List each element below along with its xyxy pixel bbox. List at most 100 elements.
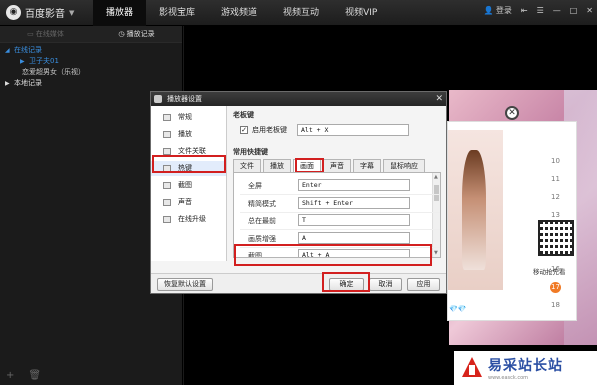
shortcut-input[interactable]: Alt + A	[298, 249, 410, 257]
shortcut-label: 精简模式	[248, 199, 276, 208]
tree-item-label: 恋爱超男女（乐视）	[22, 68, 85, 76]
mini-mode-icon[interactable]: ⇤	[521, 6, 528, 15]
shortcut-tabs: 文件 播放 画面 声音 字幕 鼠标响应	[233, 159, 427, 172]
nav-tab-video-interaction[interactable]: 视频互动	[270, 0, 332, 26]
episode-number[interactable]: 17	[543, 278, 568, 296]
shortcut-label: 画质增强	[248, 234, 276, 243]
episode-number-label: 11	[551, 175, 560, 183]
dialog-close-button[interactable]: ✕	[435, 92, 443, 106]
category-sound[interactable]: 声音	[151, 195, 226, 210]
shortcut-label: 截图	[248, 252, 262, 258]
category-label: 在线升级	[178, 215, 206, 223]
add-icon[interactable]: +	[6, 370, 14, 381]
tab-online-media-label: 在线媒体	[35, 30, 64, 38]
tab-file[interactable]: 文件	[233, 159, 261, 172]
top-bar: ◉ 百度影音 ▼ 播放器 影视宝库 游戏频道 视频互动 视频VIP 👤 登录 ⇤…	[0, 0, 597, 26]
dialog-footer: 恢复默认设置 确定 取消 应用	[151, 273, 446, 293]
tab-playback[interactable]: 播放	[263, 159, 291, 172]
user-icon: 👤	[483, 6, 494, 15]
dialog-title-bar[interactable]: 播放器设置 ✕	[151, 92, 446, 106]
nav-tab-player[interactable]: 播放器	[93, 0, 147, 26]
category-online-update[interactable]: 在线升级	[151, 212, 226, 227]
episode-number-label: 17	[550, 282, 561, 293]
app-logo-text: 百度影音	[25, 9, 65, 20]
tab-subtitle[interactable]: 字幕	[353, 159, 381, 172]
general-icon	[163, 114, 171, 121]
login-button[interactable]: 👤 登录	[484, 5, 512, 16]
nav-tab-video-library[interactable]: 影视宝库	[146, 0, 208, 26]
restore-defaults-button[interactable]: 恢复默认设置	[157, 278, 213, 291]
play-triangle-icon: ▶	[20, 58, 25, 65]
watermark-logo-icon	[460, 357, 484, 379]
shortcut-input[interactable]: Shift + Enter	[298, 196, 410, 209]
playback-icon	[163, 131, 171, 138]
expanded-triangle-icon[interactable]: ◢	[5, 45, 11, 56]
settings-icon	[154, 95, 162, 103]
settings-dialog: 播放器设置 ✕ 常规 播放 文件关联 热键 截图 声音 在线升级 老板键 ✓ 启用老板键 A…	[150, 91, 447, 294]
tab-play-history-label: 播放记录	[126, 30, 155, 38]
settings-category-list: 常规播放文件关联热键截图声音在线升级	[151, 106, 227, 261]
nav-tab-games[interactable]: 游戏频道	[208, 0, 270, 26]
tab-picture[interactable]: 画面	[293, 159, 321, 172]
watermark-url: www.easck.com	[488, 375, 529, 381]
category-label: 热键	[178, 164, 192, 172]
app-logo[interactable]: ◉ 百度影音 ▼	[6, 5, 74, 20]
tab-sound[interactable]: 声音	[323, 159, 351, 172]
cancel-button[interactable]: 取消	[369, 278, 402, 291]
episode-number-label: 18	[551, 301, 560, 309]
watermark: 易采站长站 www.easck.com	[454, 351, 597, 385]
shortcut-list: ▲ ▼ 全屏 Enter 精简模式 Shift + Enter 总在最前 T 画质增强 A 截图…	[233, 172, 441, 258]
shortcut-row-fullscreen: 全屏 Enter	[240, 177, 440, 195]
clock-icon: ◷	[118, 30, 127, 38]
shortcut-input[interactable]: A	[298, 231, 410, 244]
hotkey-icon	[163, 165, 171, 172]
tab-mouse[interactable]: 鼠标响应	[383, 159, 425, 172]
boss-key-heading: 老板键	[233, 111, 254, 119]
boss-key-checkbox[interactable]: ✓	[240, 126, 248, 134]
boss-key-input[interactable]: Alt + X	[297, 124, 409, 136]
episode-number[interactable]: 18	[543, 296, 568, 314]
shortcut-row-compact-mode: 精简模式 Shift + Enter	[240, 195, 440, 213]
shortcut-input[interactable]: T	[298, 214, 410, 226]
menu-icon[interactable]: ☰	[537, 6, 544, 15]
tree-item-local-history[interactable]: ▶ 本地记录	[0, 78, 182, 89]
tree-item-label: 在线记录	[14, 46, 42, 54]
category-general[interactable]: 常规	[151, 110, 226, 125]
close-ad-icon[interactable]: ✕	[505, 106, 519, 120]
shortcut-row-always-on-top: 总在最前 T	[240, 212, 440, 230]
close-icon[interactable]: ✕	[586, 6, 593, 15]
category-screenshot[interactable]: 截图	[151, 178, 226, 193]
maximize-icon[interactable]: □	[570, 6, 578, 15]
shortcut-input[interactable]: Enter	[298, 179, 410, 191]
chevron-down-icon[interactable]: ▼	[69, 9, 74, 17]
category-hotkey[interactable]: 热键	[151, 161, 226, 176]
category-label: 常规	[178, 113, 192, 121]
file-association-icon	[163, 148, 171, 155]
history-tree: ◢ 在线记录 ▶ 卫子夫01 恋爱超男女（乐视） ▶ 本地记录	[0, 43, 182, 89]
qr-caption: 移动抢先看	[533, 268, 566, 276]
episode-number[interactable]: 10	[543, 152, 568, 170]
trash-icon[interactable]: 🗑	[28, 370, 41, 381]
nav-tab-video-vip[interactable]: 视频VIP	[332, 0, 390, 26]
category-file-association[interactable]: 文件关联	[151, 144, 226, 159]
sidebar-tabs: ▭ 在线媒体 ◷ 播放记录	[0, 26, 182, 43]
ad-figure-image	[448, 130, 503, 290]
category-playback[interactable]: 播放	[151, 127, 226, 142]
tree-item-video-1[interactable]: ▶ 卫子夫01	[0, 56, 182, 67]
window-controls: 👤 登录 ⇤ ☰ — □ ✕	[484, 5, 593, 16]
minimize-icon[interactable]: —	[553, 6, 561, 15]
sound-icon	[163, 199, 171, 206]
tree-item-online-history[interactable]: ◢ 在线记录	[0, 45, 182, 56]
shortcut-label: 总在最前	[248, 217, 276, 225]
collapsed-triangle-icon[interactable]: ▶	[5, 78, 11, 89]
episode-number[interactable]: 11	[543, 170, 568, 188]
category-label: 声音	[178, 198, 192, 206]
online-update-icon	[163, 216, 171, 223]
tab-play-history[interactable]: ◷ 播放记录	[91, 26, 182, 42]
episode-number[interactable]: 12	[543, 188, 568, 206]
shortcut-row-screenshot: 截图 Alt + A	[240, 247, 440, 258]
tree-item-video-2[interactable]: 恋爱超男女（乐视）	[0, 67, 182, 78]
ok-button[interactable]: 确定	[329, 278, 364, 291]
tab-online-media[interactable]: ▭ 在线媒体	[0, 26, 91, 42]
apply-button[interactable]: 应用	[407, 278, 440, 291]
